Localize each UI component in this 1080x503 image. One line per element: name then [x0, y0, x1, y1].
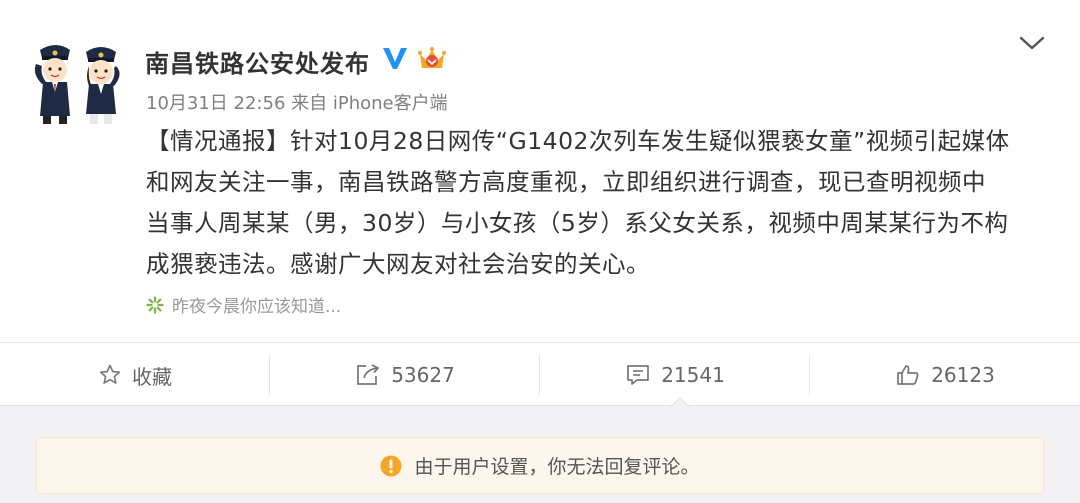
verified-icon [383, 48, 407, 69]
repost-count: 53627 [391, 363, 455, 387]
weibo-post: 南昌铁路公安处发布 10月31日 22:56 来自 iPhone客户端 【情况通… [0, 0, 1080, 342]
username[interactable]: 南昌铁路公安处发布 [145, 44, 370, 79]
post-meta: 10月31日 22:56 来自 iPhone客户端 [146, 89, 448, 115]
comment-disabled-notice: 由于用户设置，你无法回复评论。 [36, 437, 1044, 494]
favorite-button[interactable]: 收藏 [0, 343, 270, 407]
spark-icon [146, 295, 164, 314]
police-avatar[interactable] [28, 40, 128, 126]
action-bar: 收藏 53627 21541 26123 [0, 342, 1080, 406]
thumbs-up-icon [897, 365, 919, 385]
favorite-label: 收藏 [132, 364, 172, 389]
repost-icon [357, 364, 380, 385]
content-line: 和网友关注一事，南昌铁路警方高度重视，立即组织进行调查，现已查明视频中 [146, 168, 986, 196]
content-line: 【情况通报】针对10月28日网传“G1402次列车发生疑似猥亵女童”视频引起媒体 [146, 127, 1010, 155]
repost-button[interactable]: 53627 [270, 343, 540, 407]
comment-count: 21541 [661, 363, 725, 387]
like-count: 26123 [931, 363, 995, 387]
client-name: iPhone客户端 [332, 93, 448, 114]
comment-button[interactable]: 21541 [540, 343, 810, 407]
post-timestamp[interactable]: 10月31日 22:56 [146, 93, 285, 114]
source-prefix: 来自 [291, 93, 328, 114]
comment-icon [627, 365, 650, 385]
comment-area: 由于用户设置，你无法回复评论。 [0, 406, 1080, 503]
post-content: 【情况通报】针对10月28日网传“G1402次列车发生疑似猥亵女童”视频引起媒体… [146, 121, 1056, 285]
content-line: 成猥亵违法。感谢广大网友对社会治安的关心。 [146, 250, 650, 278]
post-origin[interactable]: 昨夜今晨你应该知道... [146, 292, 341, 317]
vip-crown-icon[interactable] [416, 42, 448, 74]
content-line: 当事人周某某（男，30岁）与小女孩（5岁）系父女关系，视频中周某某行为不构 [146, 209, 1009, 237]
warning-icon [380, 455, 402, 476]
like-button[interactable]: 26123 [810, 343, 1080, 407]
notice-text: 由于用户设置，你无法回复评论。 [414, 456, 700, 478]
chevron-down-icon[interactable] [1018, 32, 1046, 54]
star-icon [99, 364, 121, 384]
origin-label[interactable]: 昨夜今晨你应该知道... [172, 292, 341, 317]
